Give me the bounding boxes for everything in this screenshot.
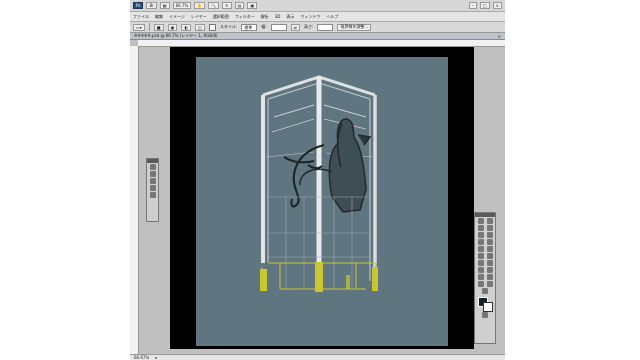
ps-logo-button[interactable]: Ps bbox=[133, 2, 144, 9]
pen-icon[interactable] bbox=[149, 192, 156, 198]
dodge-tool-icon[interactable] bbox=[486, 260, 493, 266]
panel-header[interactable] bbox=[147, 159, 158, 163]
mini-tool-panel bbox=[146, 158, 159, 222]
hand-tool-icon[interactable] bbox=[486, 281, 493, 287]
blur-tool-icon[interactable] bbox=[477, 260, 484, 266]
menu-layer[interactable]: レイヤー bbox=[191, 14, 207, 20]
style-label: スタイル: bbox=[219, 24, 238, 29]
tools-panel bbox=[474, 212, 496, 344]
lasso-tool-icon[interactable] bbox=[477, 225, 484, 231]
canvas[interactable] bbox=[196, 57, 448, 346]
type-tool-icon[interactable] bbox=[486, 267, 493, 273]
bridge-button[interactable]: Br bbox=[146, 2, 157, 9]
divider bbox=[148, 23, 150, 31]
arrange-documents-button[interactable]: ▤ bbox=[234, 2, 245, 9]
menu-help[interactable]: ヘルプ bbox=[326, 14, 338, 20]
close-button[interactable]: × bbox=[492, 2, 502, 9]
antialias-checkbox[interactable] bbox=[208, 23, 216, 31]
application-bar: Ps Br ▦ 66.7% ✋ 🔍 ↻ ▤ ▣ – □ × bbox=[130, 0, 505, 12]
document-tab[interactable]: ※※※※※.psd @ 66.7% (レイヤー 1, RGB/8) × bbox=[130, 33, 505, 40]
menu-view[interactable]: 表示 bbox=[286, 14, 294, 20]
healing-brush-icon[interactable] bbox=[477, 239, 484, 245]
screen-mode-button[interactable]: ▣ bbox=[247, 2, 258, 9]
magic-wand-icon[interactable] bbox=[486, 225, 493, 231]
zoom-tool-icon[interactable] bbox=[482, 288, 488, 294]
status-bar: 66.67% ▸ bbox=[130, 354, 505, 360]
close-tab-icon[interactable]: × bbox=[498, 34, 501, 39]
vertical-ruler[interactable] bbox=[130, 46, 139, 354]
zoom-icon[interactable]: 🔍 bbox=[208, 2, 220, 9]
refine-edge-button[interactable]: 境界線を調整... bbox=[337, 23, 372, 31]
tools-panel-header[interactable] bbox=[475, 213, 495, 217]
height-field[interactable] bbox=[317, 23, 334, 31]
gradient-tool-icon[interactable] bbox=[486, 253, 493, 259]
eraser-icon[interactable] bbox=[477, 253, 484, 259]
hand-icon[interactable]: ✋ bbox=[194, 2, 206, 9]
menu-image[interactable]: イメージ bbox=[169, 14, 185, 20]
width-label: 幅: bbox=[261, 24, 267, 29]
tool-preset-picker[interactable]: ▭▾ bbox=[133, 23, 145, 31]
rotate-view-icon[interactable]: ↻ bbox=[222, 2, 232, 9]
background-color-swatch[interactable] bbox=[483, 302, 493, 312]
brush-icon[interactable] bbox=[149, 171, 156, 177]
view-extras-button[interactable]: ▦ bbox=[159, 2, 170, 9]
eyedropper-icon[interactable] bbox=[486, 232, 493, 238]
quick-mask-icon[interactable] bbox=[482, 312, 488, 318]
zoom-level-dropdown[interactable]: 66.7% bbox=[172, 2, 192, 9]
shape-tool-icon[interactable] bbox=[486, 274, 493, 280]
options-bar: ▭▾ ■ ▣ ◧ ◫ スタイル: 標準 幅: ⇄ 高さ: 境界線を調整... bbox=[130, 22, 505, 33]
subtract-selection-icon[interactable]: ◧ bbox=[181, 23, 192, 31]
width-field[interactable] bbox=[270, 23, 287, 31]
marquee-tool-icon[interactable] bbox=[486, 218, 493, 224]
3d-rotate-icon[interactable] bbox=[477, 281, 484, 287]
menu-select[interactable]: 選択範囲 bbox=[213, 14, 229, 20]
minimize-button[interactable]: – bbox=[468, 2, 477, 9]
history-brush-icon[interactable] bbox=[486, 246, 493, 252]
status-zoom[interactable]: 66.67% bbox=[134, 355, 149, 360]
status-arrow-icon[interactable]: ▸ bbox=[155, 355, 157, 360]
path-selection-icon[interactable] bbox=[477, 274, 484, 280]
menu-file[interactable]: ファイル bbox=[133, 14, 149, 20]
menu-window[interactable]: ウィンドウ bbox=[300, 14, 320, 20]
menu-analysis[interactable]: 解析 bbox=[261, 14, 269, 20]
menu-edit[interactable]: 編集 bbox=[155, 14, 163, 20]
new-selection-icon[interactable]: ■ bbox=[153, 23, 164, 31]
style-select[interactable]: 標準 bbox=[241, 23, 258, 31]
stamp-icon[interactable] bbox=[149, 185, 156, 191]
lasso-icon[interactable] bbox=[149, 178, 156, 184]
height-label: 高さ: bbox=[304, 24, 314, 29]
horizontal-ruler[interactable] bbox=[138, 40, 505, 47]
swap-dimensions-icon[interactable]: ⇄ bbox=[290, 23, 300, 31]
clone-stamp-icon[interactable] bbox=[477, 246, 484, 252]
document-title: ※※※※※.psd @ 66.7% (レイヤー 1, RGB/8) bbox=[134, 33, 218, 38]
canvas-artwork bbox=[260, 75, 378, 292]
intersect-selection-icon[interactable]: ◫ bbox=[195, 23, 205, 31]
move-icon[interactable] bbox=[149, 164, 156, 170]
pen-tool-icon[interactable] bbox=[477, 267, 484, 273]
add-selection-icon[interactable]: ▣ bbox=[167, 23, 178, 31]
brush-tool-icon[interactable] bbox=[486, 239, 493, 245]
maximize-button[interactable]: □ bbox=[479, 2, 490, 9]
menu-3d[interactable]: 3D bbox=[275, 14, 281, 19]
move-tool-icon[interactable] bbox=[477, 218, 484, 224]
menu-bar: ファイル 編集 イメージ レイヤー 選択範囲 フィルター 解析 3D 表示 ウィ… bbox=[130, 12, 505, 22]
crop-tool-icon[interactable] bbox=[477, 232, 484, 238]
menu-filter[interactable]: フィルター bbox=[235, 14, 255, 20]
